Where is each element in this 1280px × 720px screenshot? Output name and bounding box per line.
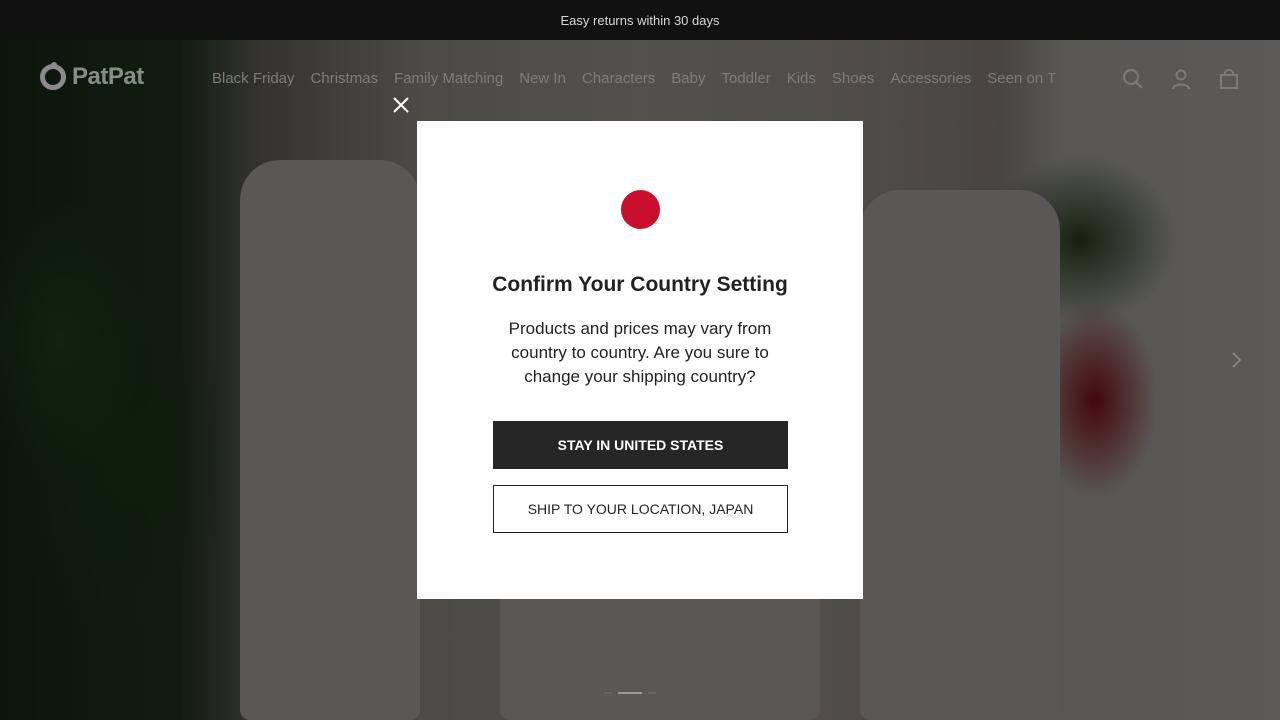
carousel-dot[interactable] xyxy=(604,692,612,694)
nav-menu: Black Friday Christmas Family Matching N… xyxy=(212,70,1076,87)
modal-message: Products and prices may vary from countr… xyxy=(508,319,772,386)
nav-item-family-matching[interactable]: Family Matching xyxy=(394,70,503,87)
close-icon[interactable] xyxy=(392,96,410,114)
search-icon[interactable] xyxy=(1122,68,1144,90)
nav-item-new-in[interactable]: New In xyxy=(519,70,566,87)
nav-item-christmas[interactable]: Christmas xyxy=(311,70,379,87)
account-icon[interactable] xyxy=(1170,68,1192,90)
carousel-dot-active[interactable] xyxy=(618,692,642,694)
japan-flag-icon xyxy=(620,189,660,229)
nav-item-shoes[interactable]: Shoes xyxy=(832,70,875,87)
nav-item-seen-on[interactable]: Seen on T xyxy=(987,70,1056,87)
announcement-bar: Easy returns within 30 days xyxy=(0,0,1280,40)
main-nav: PatPat Black Friday Christmas Family Mat… xyxy=(0,40,1280,120)
country-setting-modal: Confirm Your Country Setting Products an… xyxy=(417,121,863,599)
carousel-dot[interactable] xyxy=(648,692,656,694)
carousel-indicator xyxy=(604,692,656,694)
announcement-text: Easy returns within 30 days xyxy=(560,12,720,28)
carousel-next-icon[interactable] xyxy=(1226,350,1246,370)
flag-disc xyxy=(620,189,660,229)
brand-logo[interactable]: PatPat xyxy=(40,62,144,91)
nav-item-black-friday[interactable]: Black Friday xyxy=(212,70,295,87)
nav-item-toddler[interactable]: Toddler xyxy=(722,70,771,87)
nav-item-characters[interactable]: Characters xyxy=(582,70,655,87)
modal-title: Confirm Your Country Setting xyxy=(492,273,788,296)
nav-item-kids[interactable]: Kids xyxy=(787,70,816,87)
bag-icon[interactable] xyxy=(1218,68,1240,90)
ship-to-location-button[interactable]: SHIP TO YOUR LOCATION, JAPAN xyxy=(493,485,788,533)
logo-icon xyxy=(40,62,66,90)
nav-item-baby[interactable]: Baby xyxy=(671,70,705,87)
nav-actions xyxy=(1122,68,1240,90)
stay-button[interactable]: STAY IN UNITED STATES xyxy=(493,421,788,469)
brand-name: PatPat xyxy=(72,63,144,90)
nav-item-accessories[interactable]: Accessories xyxy=(890,70,971,87)
